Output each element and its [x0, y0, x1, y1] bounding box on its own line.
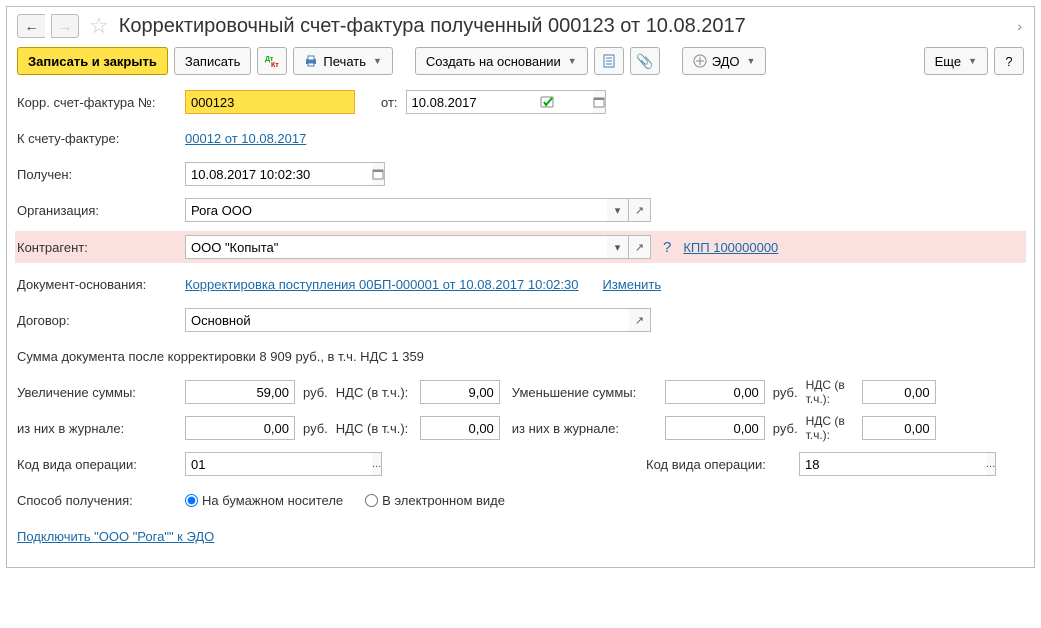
increase-nds-input[interactable]: [420, 380, 500, 404]
op-code-left-input[interactable]: [185, 452, 372, 476]
from-label: от:: [381, 95, 398, 110]
page-title: Корректировочный счет-фактура полученный…: [119, 15, 746, 38]
summary-text: Сумма документа после корректировки 8 90…: [17, 349, 424, 364]
more-button[interactable]: Еще ▼: [924, 47, 988, 75]
svg-text:Кт: Кт: [271, 62, 279, 68]
org-label: Организация:: [17, 203, 177, 218]
basis-label: Документ-основания:: [17, 277, 177, 292]
calendar-button[interactable]: [593, 90, 606, 114]
favorite-star-icon[interactable]: ☆: [89, 13, 109, 39]
open-button[interactable]: ↗: [629, 235, 651, 259]
org-input[interactable]: [185, 198, 607, 222]
nav-back-button[interactable]: ←: [17, 14, 45, 38]
connect-edo-link[interactable]: Подключить "ООО "Рога"" к ЭДО: [17, 529, 214, 544]
attachment-button[interactable]: 📎: [630, 47, 660, 75]
chevron-down-icon: ▼: [968, 56, 977, 66]
counterparty-label: Контрагент:: [17, 240, 177, 255]
invoice-ref-label: К счету-фактуре:: [17, 131, 177, 146]
posting-button[interactable]: ДтКт: [257, 47, 287, 75]
nds-label: НДС (в т.ч.):: [336, 421, 412, 436]
contract-input[interactable]: [185, 308, 629, 332]
document-button[interactable]: [594, 47, 624, 75]
open-button[interactable]: ↗: [629, 308, 651, 332]
help-button[interactable]: ?: [994, 47, 1024, 75]
change-link[interactable]: Изменить: [603, 277, 662, 292]
help-icon[interactable]: ?: [659, 239, 675, 256]
chevron-down-icon: ▼: [747, 56, 756, 66]
increase-label: Увеличение суммы:: [17, 385, 177, 400]
save-and-close-button[interactable]: Записать и закрыть: [17, 47, 168, 75]
counterparty-input[interactable]: [185, 235, 607, 259]
chevron-down-icon: ▼: [568, 56, 577, 66]
document-icon: [603, 54, 615, 68]
journal-inc-input[interactable]: [185, 416, 295, 440]
nds-label: НДС (в т.ч.):: [806, 414, 854, 442]
rub-label: руб.: [303, 385, 328, 400]
edo-button[interactable]: ЭДО ▼: [682, 47, 767, 75]
nav-forward-button[interactable]: →: [51, 14, 79, 38]
rub-label: руб.: [773, 385, 798, 400]
op-code-right-input[interactable]: [799, 452, 986, 476]
received-input[interactable]: [185, 162, 372, 186]
number-label: Корр. счет-фактура №:: [17, 95, 177, 110]
paperclip-icon: 📎: [636, 53, 653, 70]
invoice-ref-link[interactable]: 00012 от 10.08.2017: [185, 131, 306, 146]
journal-inc-nds-input[interactable]: [420, 416, 500, 440]
op-code-label-right: Код вида операции:: [646, 457, 791, 472]
basis-link[interactable]: Корректировка поступления 00БП-000001 от…: [185, 277, 579, 292]
nds-label: НДС (в т.ч.):: [336, 385, 412, 400]
dropdown-button[interactable]: ▾: [607, 198, 629, 222]
decrease-label: Уменьшение суммы:: [512, 385, 657, 400]
calendar-icon: [593, 96, 605, 108]
number-input[interactable]: [185, 90, 355, 114]
increase-amount-input[interactable]: [185, 380, 295, 404]
received-label: Получен:: [17, 167, 177, 182]
journal-dec-input[interactable]: [665, 416, 765, 440]
radio-paper[interactable]: На бумажном носителе: [185, 493, 343, 508]
rub-label: руб.: [303, 421, 328, 436]
create-based-button[interactable]: Создать на основании ▼: [415, 47, 588, 75]
chevron-down-icon: ▼: [373, 56, 382, 66]
save-button[interactable]: Записать: [174, 47, 252, 75]
printer-icon: [304, 54, 318, 68]
status-ok-icon[interactable]: [540, 95, 556, 109]
calendar-icon: [372, 168, 384, 180]
decrease-amount-input[interactable]: [665, 380, 765, 404]
journal-dec-nds-input[interactable]: [862, 416, 936, 440]
calendar-button[interactable]: [372, 162, 385, 186]
op-code-label: Код вида операции:: [17, 457, 177, 472]
decrease-nds-input[interactable]: [862, 380, 936, 404]
method-label: Способ получения:: [17, 493, 177, 508]
kpp-link[interactable]: КПП 100000000: [683, 240, 778, 255]
select-button[interactable]: ...: [372, 452, 382, 476]
journal-dec-label: из них в журнале:: [512, 421, 657, 436]
next-page-icon[interactable]: ›: [1017, 18, 1024, 34]
print-button[interactable]: Печать ▼: [293, 47, 393, 75]
select-button[interactable]: ...: [986, 452, 996, 476]
contract-label: Договор:: [17, 313, 177, 328]
edo-icon: [693, 54, 707, 68]
open-button[interactable]: ↗: [629, 198, 651, 222]
dropdown-button[interactable]: ▾: [607, 235, 629, 259]
radio-electronic[interactable]: В электронном виде: [365, 493, 505, 508]
date-input[interactable]: [406, 90, 593, 114]
nds-label: НДС (в т.ч.):: [806, 378, 854, 406]
rub-label: руб.: [773, 421, 798, 436]
journal-inc-label: из них в журнале:: [17, 421, 177, 436]
